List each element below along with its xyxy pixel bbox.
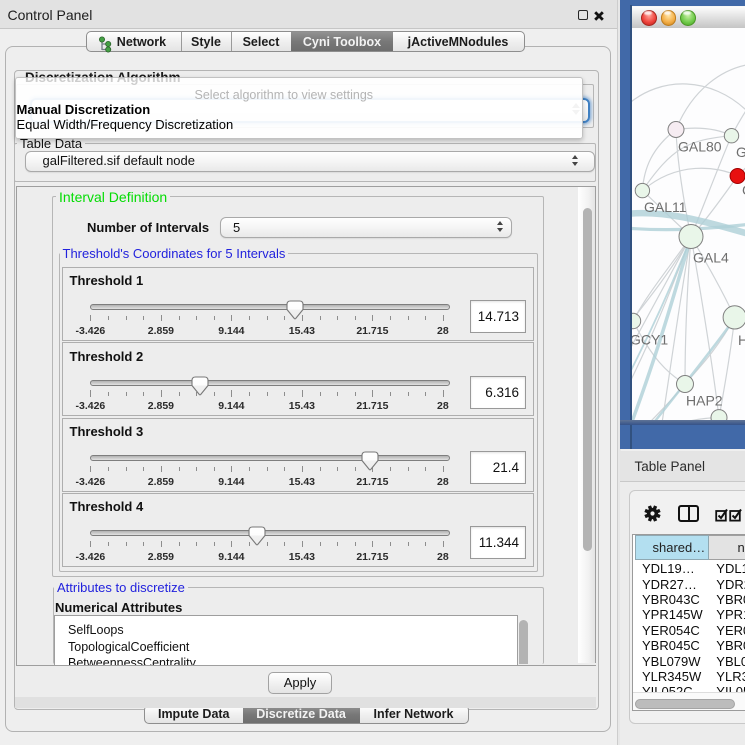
svg-text:C: C <box>742 182 745 198</box>
svg-text:GAL80: GAL80 <box>678 139 722 155</box>
svg-text:GA: GA <box>736 144 745 160</box>
svg-text:HAP2: HAP2 <box>686 393 723 409</box>
svg-text:GCY1: GCY1 <box>632 332 668 348</box>
svg-text:GAL11: GAL11 <box>644 199 687 215</box>
svg-text:GAL4: GAL4 <box>693 250 729 266</box>
svg-text:H: H <box>738 332 745 348</box>
